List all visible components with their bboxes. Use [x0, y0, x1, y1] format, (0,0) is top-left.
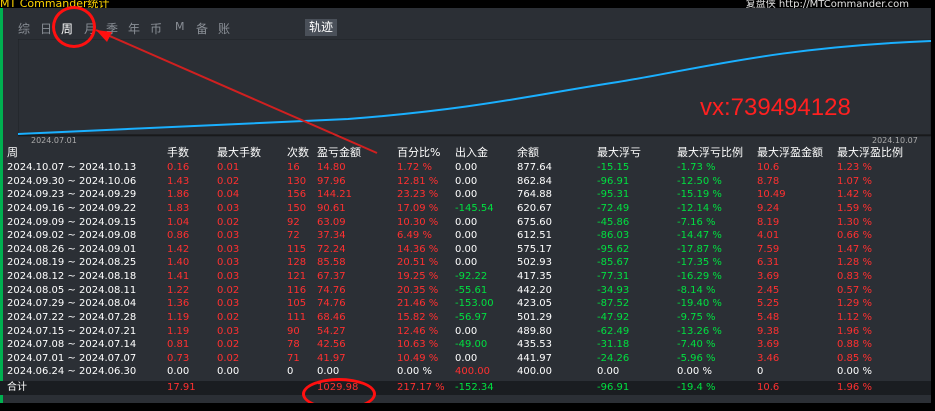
annotation-arrow-head — [96, 30, 112, 42]
annotation-arrow — [95, 29, 378, 154]
bottom-strip — [0, 403, 935, 411]
annotation-arrow-line — [95, 29, 378, 154]
